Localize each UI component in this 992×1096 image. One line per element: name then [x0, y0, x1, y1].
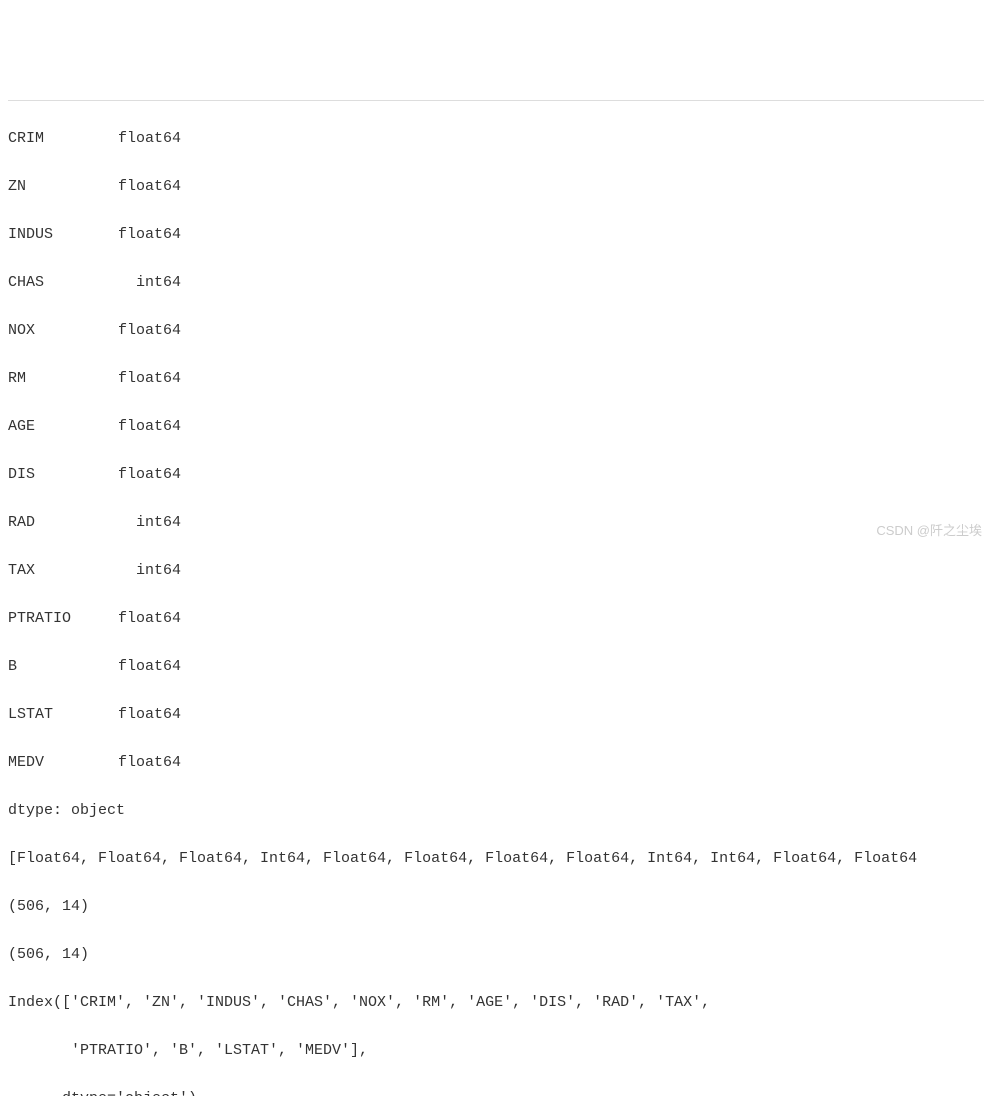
dtype-row: CHAS int64	[8, 271, 984, 295]
dtype-row: MEDVfloat64	[8, 751, 984, 775]
dtype-value: float64	[118, 415, 181, 439]
dtype-row: NOXfloat64	[8, 319, 984, 343]
column-name: ZN	[8, 175, 118, 199]
shape-output-2: (506, 14)	[8, 943, 984, 967]
dtype-row: Bfloat64	[8, 655, 984, 679]
index-output-line3: dtype='object')	[8, 1087, 984, 1096]
column-name: RAD	[8, 511, 118, 535]
dtype-value: float64	[118, 703, 181, 727]
dtype-value: float64	[118, 367, 181, 391]
column-name: PTRATIO	[8, 607, 118, 631]
dtype-value: float64	[118, 319, 181, 343]
dtype-value: float64	[118, 751, 181, 775]
dtype-value: int64	[118, 271, 181, 295]
column-name: TAX	[8, 559, 118, 583]
dtype-row: RAD int64	[8, 511, 984, 535]
shape-output-1: (506, 14)	[8, 895, 984, 919]
dtype-value: float64	[118, 463, 181, 487]
dtype-row: DISfloat64	[8, 463, 984, 487]
dtype-row: CRIMfloat64	[8, 127, 984, 151]
column-name: RM	[8, 367, 118, 391]
dtype-row: TAX int64	[8, 559, 984, 583]
column-name: LSTAT	[8, 703, 118, 727]
dtype-row: INDUSfloat64	[8, 223, 984, 247]
dtype-row: RMfloat64	[8, 367, 984, 391]
dtype-summary: dtype: object	[8, 799, 984, 823]
column-name: AGE	[8, 415, 118, 439]
column-name: NOX	[8, 319, 118, 343]
dtype-row: PTRATIOfloat64	[8, 607, 984, 631]
column-name: INDUS	[8, 223, 118, 247]
column-name: CRIM	[8, 127, 118, 151]
dtype-value: float64	[118, 223, 181, 247]
dtype-row: AGEfloat64	[8, 415, 984, 439]
types-list-output: [Float64, Float64, Float64, Int64, Float…	[8, 847, 984, 871]
dtype-row: LSTATfloat64	[8, 703, 984, 727]
dtype-row: ZNfloat64	[8, 175, 984, 199]
dtype-value: float64	[118, 127, 181, 151]
column-name: MEDV	[8, 751, 118, 775]
column-name: CHAS	[8, 271, 118, 295]
column-name: B	[8, 655, 118, 679]
index-output-line2: 'PTRATIO', 'B', 'LSTAT', 'MEDV'],	[8, 1039, 984, 1063]
dtype-value: float64	[118, 607, 181, 631]
dtype-value: int64	[118, 559, 181, 583]
dtype-value: int64	[118, 511, 181, 535]
index-output-line1: Index(['CRIM', 'ZN', 'INDUS', 'CHAS', 'N…	[8, 991, 984, 1015]
column-name: DIS	[8, 463, 118, 487]
dtype-value: float64	[118, 655, 181, 679]
output-cell: CRIMfloat64 ZNfloat64 INDUSfloat64 CHAS …	[8, 100, 984, 1096]
watermark: CSDN @阡之尘埃	[876, 521, 982, 542]
dtype-value: float64	[118, 175, 181, 199]
